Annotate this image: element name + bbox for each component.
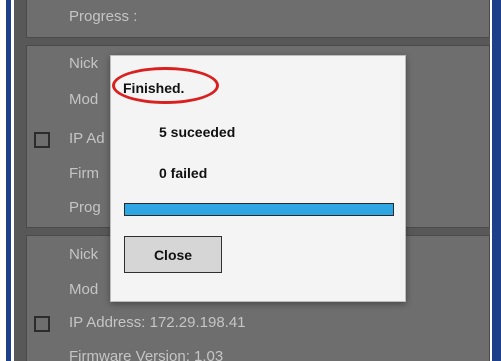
firmware-label: Firm: [69, 165, 99, 182]
progress-bar: [124, 203, 394, 216]
progress-bar-fill: [125, 204, 393, 215]
update-result-dialog: Finished. 5 suceeded 0 failed Close: [110, 55, 406, 302]
device-card: Progress :: [26, 0, 490, 38]
close-button[interactable]: Close: [124, 236, 222, 273]
ip-address-label: IP Address: 172.29.198.41: [69, 314, 246, 331]
model-label: Mod: [69, 281, 99, 298]
progress-label: Prog: [69, 199, 101, 216]
ip-address-label: IP Ad: [69, 130, 105, 147]
nickname-label: Nick: [69, 55, 99, 72]
window-frame-left: [6, 0, 11, 361]
nickname-label: Nick: [69, 246, 99, 263]
dialog-title: Finished.: [123, 80, 185, 96]
failed-count: 0 failed: [159, 165, 208, 181]
device-select-checkbox[interactable]: [34, 316, 50, 332]
window-frame-right: [492, 0, 501, 361]
device-select-checkbox[interactable]: [34, 132, 50, 148]
firmware-label: Firmware Version: 1.03: [69, 348, 224, 361]
progress-label: Progress :: [69, 8, 138, 25]
model-label: Mod: [69, 91, 99, 108]
succeeded-count: 5 suceeded: [159, 124, 236, 140]
